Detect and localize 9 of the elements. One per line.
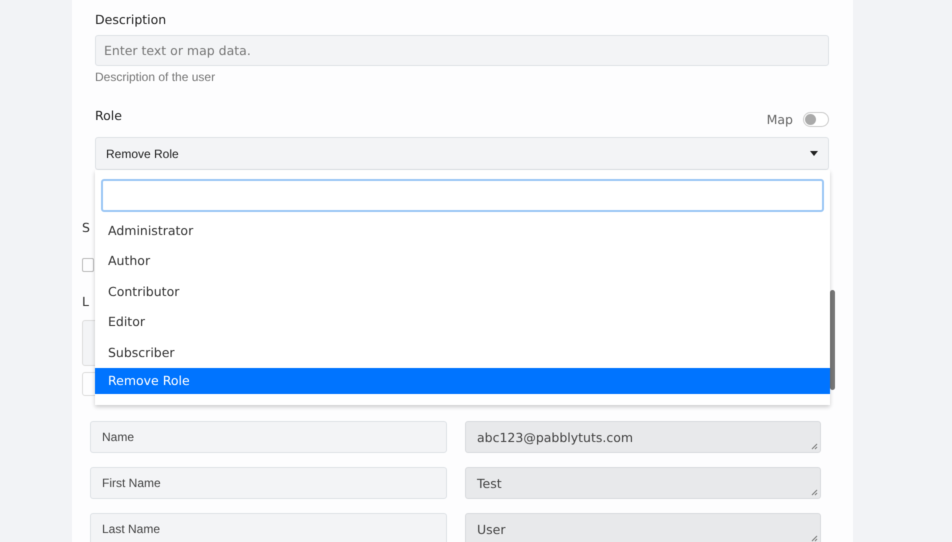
field-label: L bbox=[82, 294, 89, 311]
field-name: First Name bbox=[90, 467, 447, 499]
help-text: Description of the user bbox=[95, 70, 216, 84]
field-name: Name bbox=[90, 421, 447, 453]
field-label: Description bbox=[95, 12, 168, 27]
field-label: Role bbox=[95, 108, 122, 125]
field-name: Last Name bbox=[90, 513, 447, 542]
map-label: Map bbox=[766, 112, 793, 127]
field-label: S bbox=[82, 220, 90, 237]
